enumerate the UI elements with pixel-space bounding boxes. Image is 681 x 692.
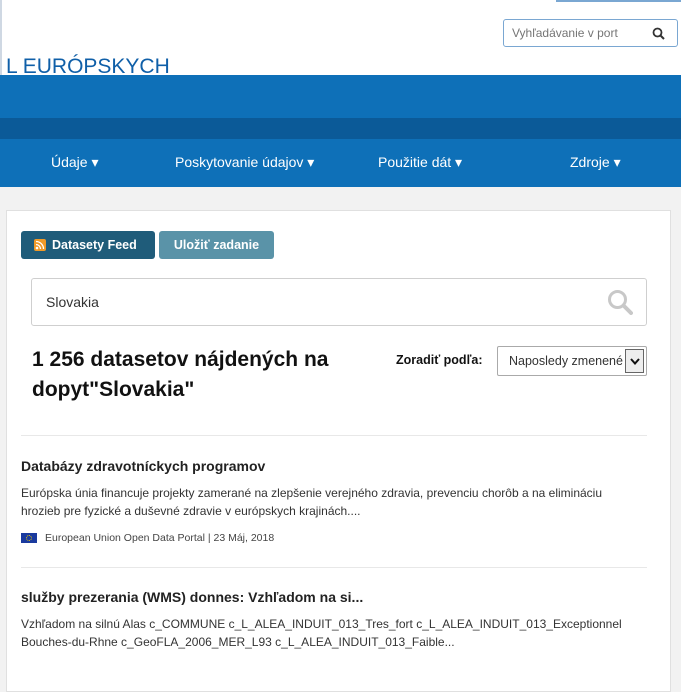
header-band-dark — [0, 118, 681, 139]
nav-item-resources[interactable]: Zdroje ▾ — [570, 154, 621, 171]
portal-search-button[interactable] — [639, 19, 678, 47]
nav-item-using-data[interactable]: Použitie dát ▾ — [378, 154, 462, 171]
save-search-button[interactable]: Uložiť zadanie — [159, 231, 274, 259]
result-source-date: European Union Open Data Portal | 23 Máj… — [45, 532, 275, 544]
dataset-search — [31, 278, 647, 326]
rss-icon — [34, 239, 46, 251]
result-description: Európska únia financuje projekty zameran… — [21, 486, 603, 518]
search-icon — [652, 27, 665, 40]
result-title[interactable]: Databázy zdravotníckych programov — [21, 458, 265, 474]
nav-item-data[interactable]: Údaje ▾ — [51, 154, 99, 171]
header-band — [0, 75, 681, 118]
top-header: L EURÓPSKYCH V — [0, 0, 681, 144]
search-icon[interactable] — [607, 289, 633, 320]
dataset-search-input[interactable] — [46, 291, 566, 313]
divider — [21, 567, 647, 568]
main-nav: Údaje ▾ Poskytovanie údajov ▾ Použitie d… — [0, 139, 681, 187]
sort-select-value: Naposledy zmenené — [509, 354, 623, 368]
result-count: 1 256 datasetov nájdených na dopyt"Slova… — [32, 348, 329, 401]
portal-search — [503, 19, 678, 47]
nav-item-providing-data[interactable]: Poskytovanie údajov ▾ — [175, 154, 314, 171]
top-accent-line — [556, 0, 681, 2]
result-title[interactable]: služby prezerania (WMS) donnes: Vzhľadom… — [21, 589, 363, 605]
chevron-down-icon — [625, 349, 644, 373]
sort-select[interactable]: Naposledy zmenené — [497, 346, 647, 376]
sort-label: Zoradiť podľa: — [396, 353, 483, 367]
left-divider — [0, 0, 2, 75]
portal-search-input[interactable] — [503, 19, 645, 47]
result-meta: European Union Open Data Portal | 23 Máj… — [21, 532, 274, 544]
dataset-feed-label: Datasety Feed — [52, 238, 137, 252]
divider — [21, 435, 647, 436]
dataset-feed-button[interactable]: Datasety Feed — [21, 231, 155, 259]
result-description: Vzhľadom na silnú Alas c_COMMUNE c_L_ALE… — [21, 617, 622, 649]
eu-flag-icon — [21, 533, 37, 543]
